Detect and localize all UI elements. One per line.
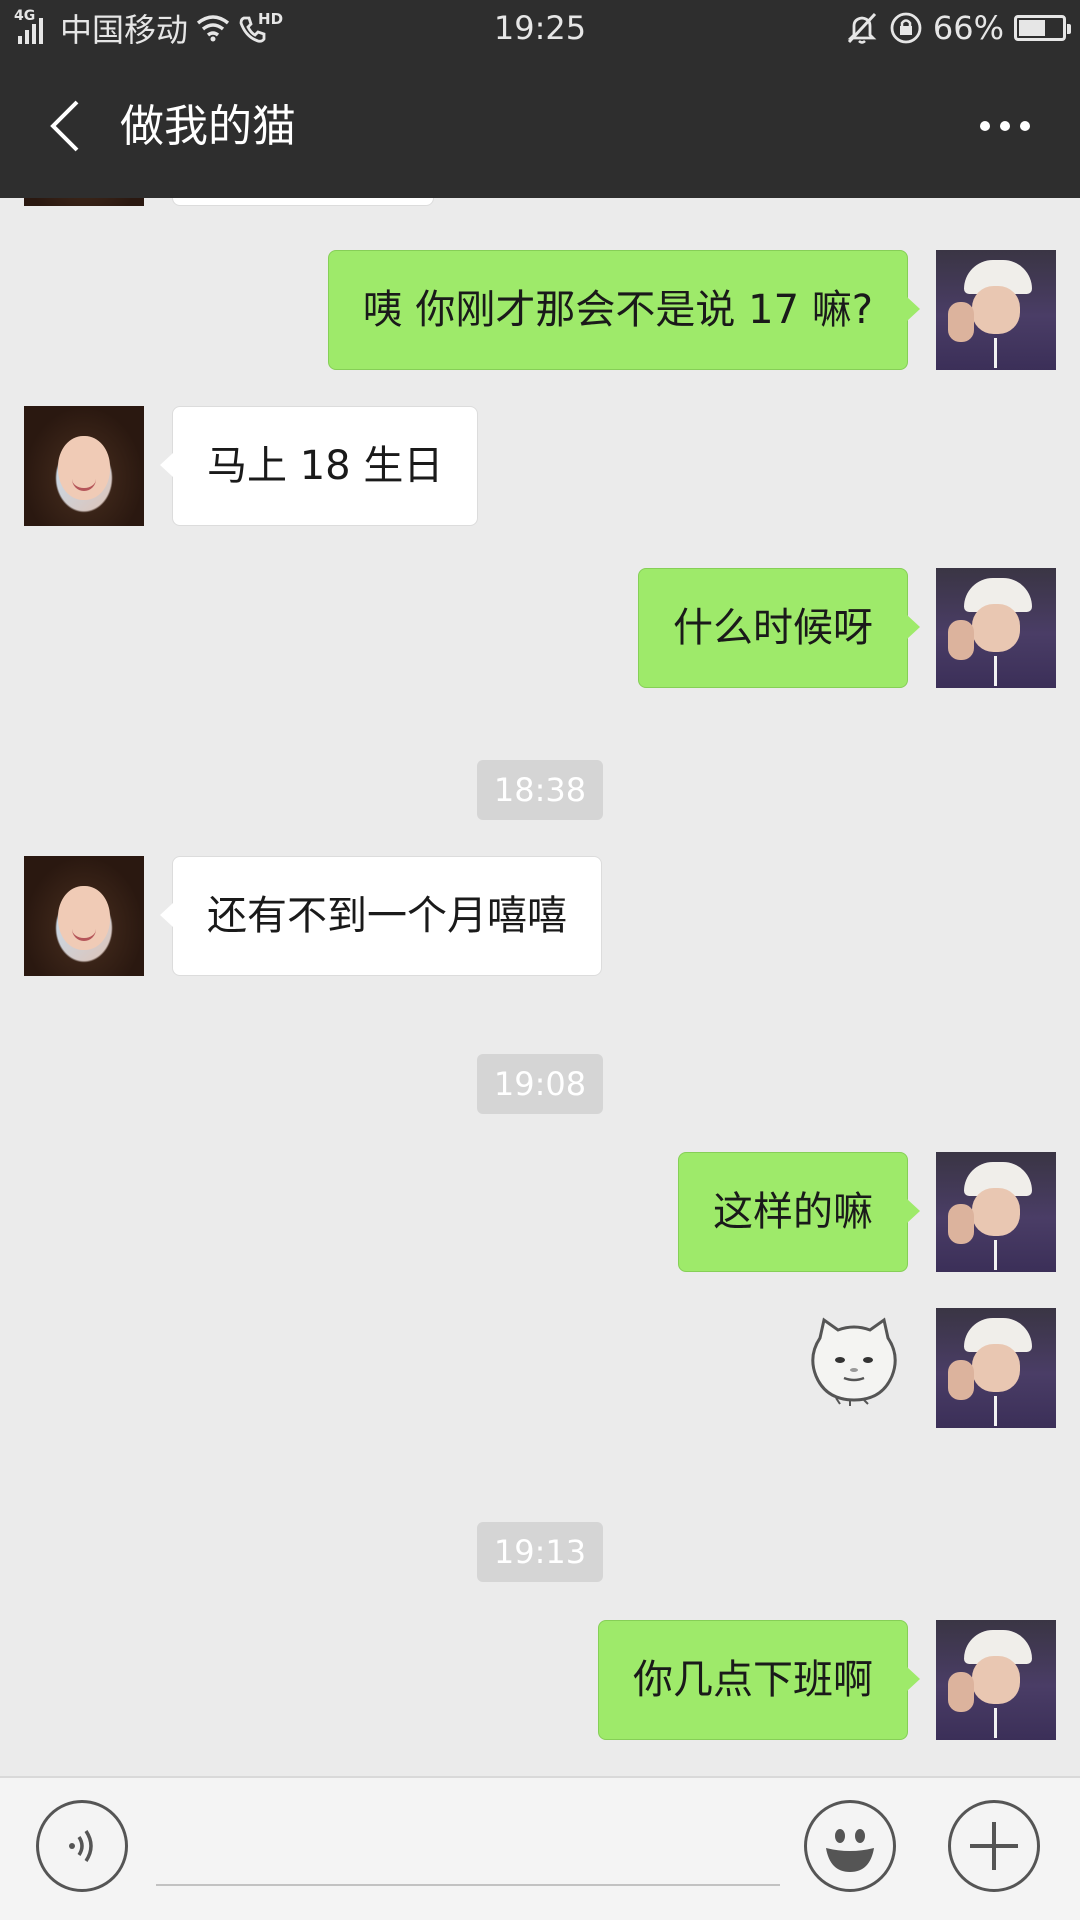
title-bar: 做我的猫 [0, 56, 1080, 198]
time-divider: 19:08 [477, 1054, 603, 1114]
avatar-self[interactable] [936, 1620, 1056, 1740]
chat-area[interactable]: 咦 你刚才那会不是说 17 嘛? 马上 18 生日 什么时候呀 18:38 还有… [0, 198, 1080, 1776]
avatar-self[interactable] [936, 1308, 1056, 1428]
more-dots-icon [980, 121, 1030, 131]
rotation-lock-icon [889, 11, 923, 45]
status-bar: 4G 中国移动 HD 19:25 66% [0, 0, 1080, 56]
plus-button[interactable] [948, 1800, 1040, 1892]
avatar-self[interactable] [936, 1152, 1056, 1272]
emoji-icon [826, 1829, 874, 1872]
message-bubble-contact[interactable]: 马上 18 生日 [159, 406, 479, 526]
battery-percent: 66% [932, 9, 1004, 47]
plus-icon [970, 1822, 1018, 1870]
avatar-contact[interactable] [24, 406, 144, 526]
input-bar [0, 1776, 1080, 1920]
emoji-button[interactable] [804, 1800, 896, 1892]
back-button[interactable] [34, 96, 94, 156]
message-bubble-self[interactable]: 你几点下班啊 [598, 1620, 920, 1740]
more-button[interactable] [970, 96, 1040, 156]
voice-icon [69, 1830, 93, 1862]
message-bubble-partial[interactable] [172, 198, 434, 206]
message-input[interactable] [156, 1814, 780, 1886]
status-right: 66% [845, 0, 1071, 56]
chat-title: 做我的猫 [120, 101, 296, 152]
message-bubble-self[interactable]: 什么时候呀 [638, 568, 920, 688]
avatar-self[interactable] [936, 250, 1056, 370]
voice-button[interactable] [36, 1800, 128, 1892]
message-bubble-self[interactable]: 咦 你刚才那会不是说 17 嘛? [327, 250, 921, 370]
battery-icon [1014, 15, 1071, 41]
message-bubble-contact[interactable]: 还有不到一个月嘻嘻 [160, 856, 602, 976]
time-divider: 19:13 [477, 1522, 603, 1582]
battery-level-fill [1019, 20, 1045, 36]
message-bubble-self[interactable]: 这样的嘛 [678, 1152, 920, 1272]
sticker-face-icon[interactable] [806, 1312, 902, 1406]
avatar-contact[interactable] [24, 856, 144, 976]
back-arrow-icon [50, 100, 79, 152]
avatar-contact[interactable] [24, 198, 144, 206]
mute-icon [845, 11, 879, 45]
avatar-self[interactable] [936, 568, 1056, 688]
time-divider: 18:38 [477, 760, 603, 820]
